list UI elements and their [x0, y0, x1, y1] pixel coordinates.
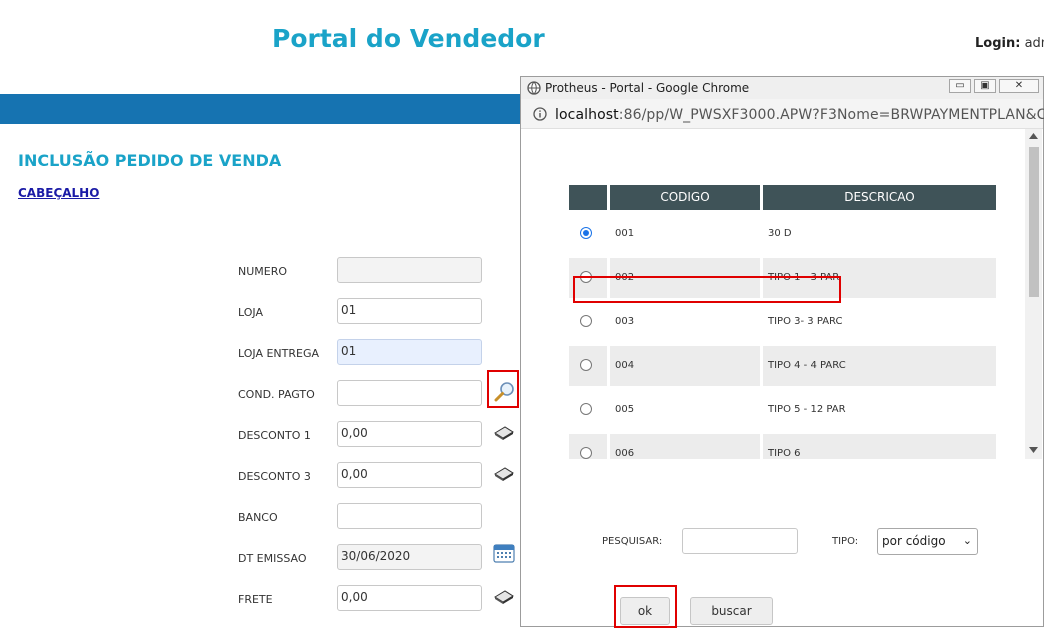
buscar-button[interactable]: buscar: [690, 597, 773, 625]
row-radio[interactable]: [580, 315, 592, 327]
table-row[interactable]: 006 TIPO 6: [569, 434, 996, 459]
table-header-radio: [569, 185, 607, 210]
calculator-icon[interactable]: [493, 424, 515, 442]
numero-label: NUMERO: [238, 265, 288, 278]
loja-label: LOJA: [238, 306, 263, 319]
cond-pagto-label: COND. PAGTO: [238, 388, 315, 401]
banco-label: BANCO: [238, 511, 278, 524]
login-info: Login: adm: [975, 36, 1044, 51]
codigo-cell: 001: [615, 228, 635, 239]
radio-cell: [569, 346, 607, 386]
info-icon[interactable]: [533, 107, 547, 121]
codigo-cell: 006: [610, 434, 760, 459]
codigo-cell: 005: [615, 404, 635, 415]
loja-input[interactable]: 01: [337, 298, 482, 324]
scrollbar-thumb[interactable]: [1029, 147, 1039, 297]
descricao-cell: 30 D: [768, 228, 792, 239]
selected-row-highlight: [573, 276, 841, 303]
popup-content: CODIGO DESCRICAO 001 30 D 002 TIPO 1 - 3…: [521, 129, 1043, 459]
desconto3-label: DESCONTO 3: [238, 470, 311, 483]
banco-input[interactable]: [337, 503, 482, 529]
desconto3-input[interactable]: 0,00: [337, 462, 482, 488]
descricao-cell: TIPO 3- 3 PARC: [768, 316, 843, 327]
scroll-up-icon[interactable]: [1029, 133, 1038, 139]
popup-window-title: Protheus - Portal - Google Chrome: [545, 81, 750, 95]
loja-entrega-input[interactable]: 01: [337, 339, 482, 365]
pesquisar-label: PESQUISAR:: [602, 536, 663, 547]
descricao-cell: TIPO 5 - 12 PAR: [768, 404, 846, 415]
scrollbar[interactable]: [1025, 129, 1042, 459]
cabecalho-link[interactable]: CABEÇALHO: [18, 186, 99, 200]
url-path: :86/pp/W_PWSXF3000.APW?F3Nome=BRWPAYMENT…: [618, 107, 1044, 123]
calendar-icon[interactable]: [493, 543, 515, 563]
table-row[interactable]: 004 TIPO 4 - 4 PARC: [569, 346, 996, 386]
lookup-popup-window: Protheus - Portal - Google Chrome ▭ ▣ ✕ …: [520, 76, 1044, 628]
chrome-globe-icon: [527, 81, 541, 95]
dt-emissao-label: DT EMISSAO: [238, 552, 307, 565]
table-row[interactable]: 005 TIPO 5 - 12 PAR: [569, 390, 996, 430]
radio-cell: [569, 214, 607, 254]
codigo-cell: 004: [610, 346, 760, 386]
close-button[interactable]: ✕: [999, 79, 1039, 93]
row-radio[interactable]: [580, 359, 592, 371]
page-heading: INCLUSÃO PEDIDO DE VENDA: [18, 151, 282, 170]
login-user: adm: [1024, 36, 1044, 51]
pesquisar-input[interactable]: [682, 528, 798, 554]
descricao-cell: TIPO 4 - 4 PARC: [763, 346, 996, 386]
restore-button[interactable]: ▣: [974, 79, 996, 93]
frete-input[interactable]: 0,00: [337, 585, 482, 611]
codigo-cell: 003: [615, 316, 635, 327]
descricao-cell: TIPO 6: [763, 434, 996, 459]
address-bar[interactable]: localhost:86/pp/W_PWSXF3000.APW?F3Nome=B…: [521, 99, 1044, 129]
tipo-select[interactable]: por código ⌄: [877, 528, 978, 555]
cond-pagto-input[interactable]: [337, 380, 482, 406]
minimize-button[interactable]: ▭: [949, 79, 971, 93]
frete-label: FRETE: [238, 593, 273, 606]
table-header-descricao: DESCRICAO: [763, 185, 996, 210]
scroll-down-icon[interactable]: [1029, 447, 1038, 453]
radio-cell: [569, 434, 607, 459]
tipo-label: TIPO:: [832, 536, 859, 547]
table-row[interactable]: 001 30 D: [569, 214, 996, 254]
tipo-selected-value: por código: [882, 534, 946, 548]
url-host: localhost: [555, 107, 619, 123]
row-radio[interactable]: [580, 447, 592, 459]
portal-title: Portal do Vendedor: [272, 24, 545, 53]
url-text[interactable]: localhost:86/pp/W_PWSXF3000.APW?F3Nome=B…: [555, 107, 1044, 123]
calculator-icon[interactable]: [493, 465, 515, 483]
popup-titlebar[interactable]: Protheus - Portal - Google Chrome ▭ ▣ ✕: [521, 77, 1043, 99]
row-radio[interactable]: [580, 403, 592, 415]
radio-cell: [569, 390, 607, 430]
calculator-icon[interactable]: [493, 588, 515, 606]
numero-input[interactable]: [337, 257, 482, 283]
dt-emissao-input[interactable]: 30/06/2020: [337, 544, 482, 570]
loja-entrega-label: LOJA ENTREGA: [238, 347, 320, 360]
table-header-codigo: CODIGO: [610, 185, 760, 210]
desconto1-input[interactable]: 0,00: [337, 421, 482, 447]
desconto1-label: DESCONTO 1: [238, 429, 311, 442]
radio-cell: [569, 302, 607, 342]
search-icon-highlight: [487, 370, 519, 408]
table-row[interactable]: 003 TIPO 3- 3 PARC: [569, 302, 996, 342]
row-radio[interactable]: [580, 227, 592, 239]
ok-button-highlight: [614, 585, 677, 628]
chevron-down-icon: ⌄: [962, 534, 972, 547]
login-label: Login:: [975, 36, 1021, 51]
